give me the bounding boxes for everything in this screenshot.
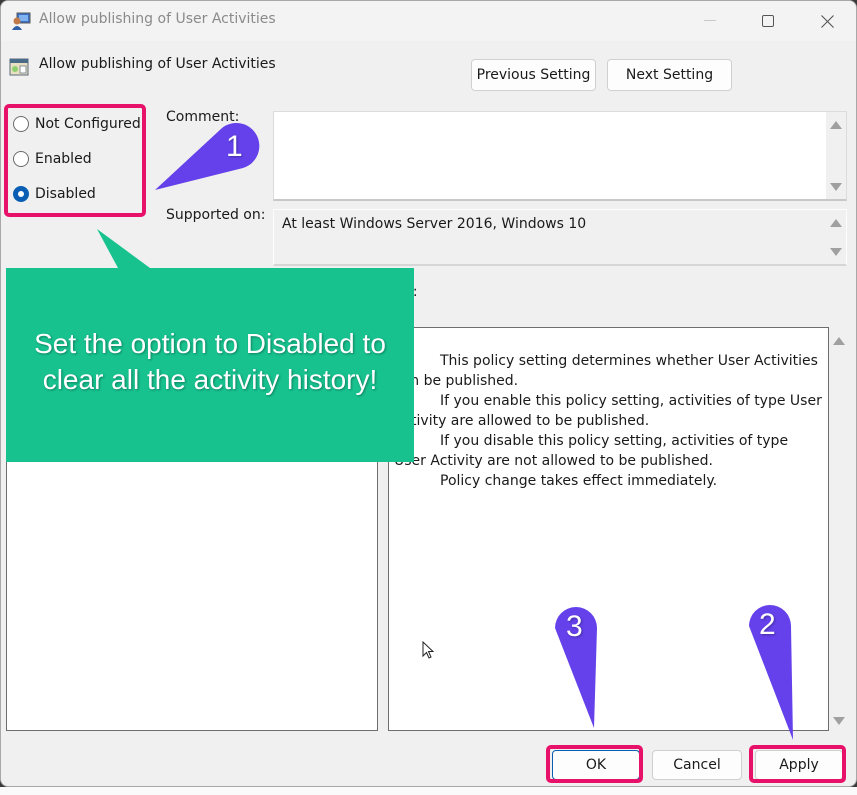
close-button[interactable] <box>798 1 856 41</box>
policy-app-icon <box>12 12 31 30</box>
marker-number-2: 2 <box>759 608 776 641</box>
setting-icon <box>9 58 29 76</box>
window-title: Allow publishing of User Activities <box>39 11 276 27</box>
background-strip <box>0 787 857 795</box>
supported-on-value: At least Windows Server 2016, Windows 10 <box>282 216 587 232</box>
mouse-cursor-icon <box>422 641 435 659</box>
next-setting-button[interactable]: Next Setting <box>607 59 732 91</box>
cancel-button[interactable]: Cancel <box>652 750 742 780</box>
minimize-button[interactable] <box>681 1 739 41</box>
ok-highlight-box <box>546 745 643 783</box>
radio-highlight-box <box>4 104 146 217</box>
instruction-callout: Set the option to Disabled to clear all … <box>6 268 414 462</box>
help-scrollbar[interactable] <box>830 327 848 731</box>
help-paragraph: If you disable this policy setting, acti… <box>394 433 789 469</box>
scroll-up-icon[interactable] <box>830 219 842 227</box>
scroll-up-icon[interactable] <box>830 121 842 129</box>
apply-highlight-box <box>749 745 846 783</box>
supported-scrollbar[interactable] <box>826 210 846 264</box>
setting-title: Allow publishing of User Activities <box>39 56 276 72</box>
minimize-icon <box>704 20 716 21</box>
comment-input[interactable] <box>273 111 847 201</box>
help-panel: This policy setting determines whether U… <box>388 327 829 731</box>
help-paragraph: Policy change takes effect immediately. <box>440 473 718 489</box>
supported-on-label: Supported on: <box>166 207 266 223</box>
help-paragraph: This policy setting determines whether U… <box>394 353 818 389</box>
help-text: This policy setting determines whether U… <box>394 351 824 491</box>
close-icon <box>820 14 834 28</box>
comment-scrollbar[interactable] <box>826 112 846 199</box>
maximize-icon <box>762 15 774 27</box>
scroll-down-icon[interactable] <box>830 248 842 256</box>
maximize-button[interactable] <box>739 1 797 41</box>
marker-number-1: 1 <box>226 130 243 163</box>
callout-text: Set the option to Disabled to clear all … <box>34 328 386 395</box>
scroll-up-icon[interactable] <box>833 337 845 345</box>
supported-on-field: At least Windows Server 2016, Windows 10 <box>273 209 847 266</box>
scroll-down-icon[interactable] <box>830 183 842 191</box>
marker-number-3: 3 <box>566 610 583 643</box>
help-paragraph: If you enable this policy setting, activ… <box>394 393 822 429</box>
comment-label: Comment: <box>166 109 240 125</box>
previous-setting-button[interactable]: Previous Setting <box>471 59 596 91</box>
scroll-down-icon[interactable] <box>833 717 845 725</box>
title-bar: Allow publishing of User Activities <box>1 1 856 41</box>
